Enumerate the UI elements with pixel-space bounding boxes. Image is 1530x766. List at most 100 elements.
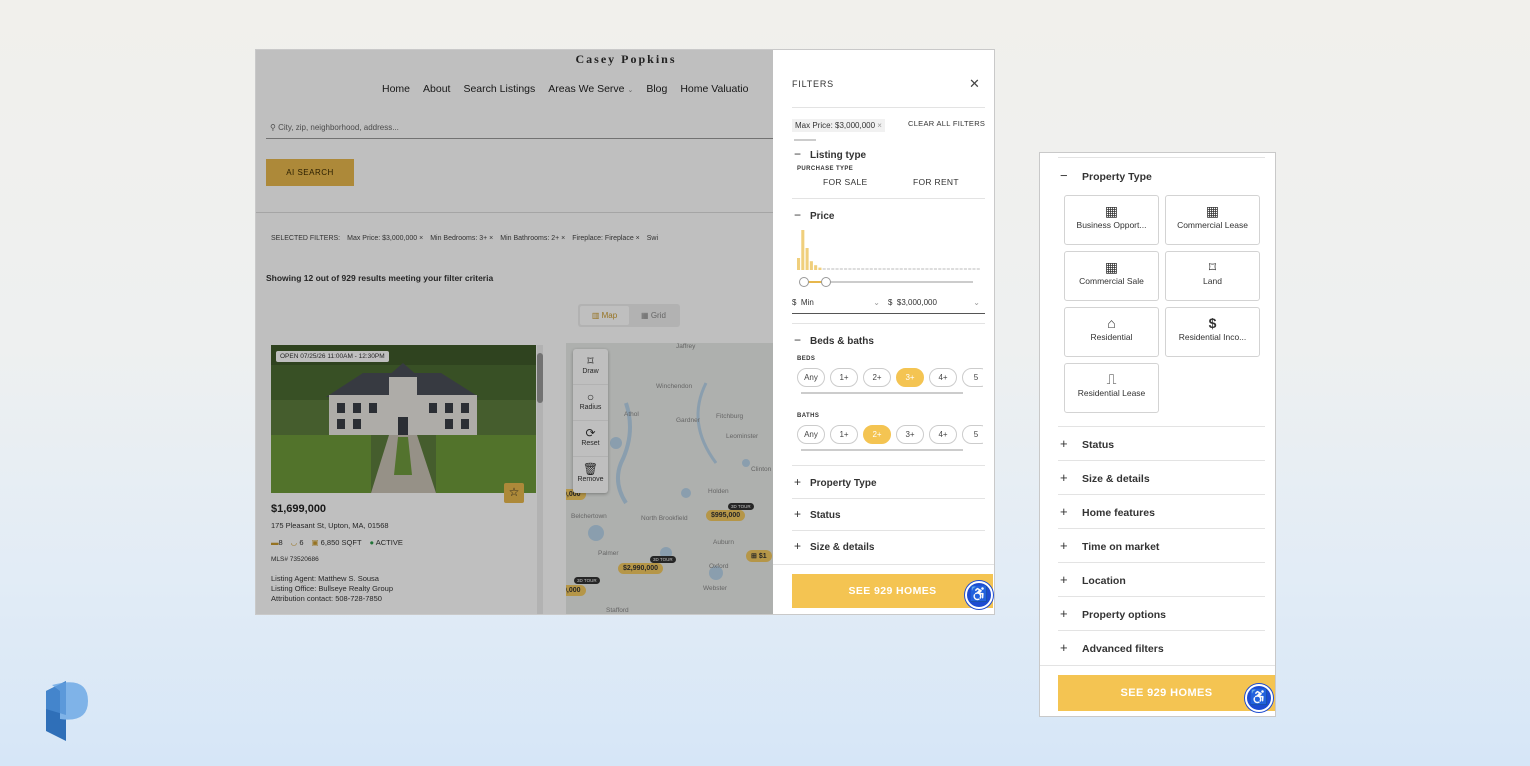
histogram-bar — [835, 268, 839, 270]
plus-icon: + — [794, 507, 802, 521]
price-max-select[interactable]: $ $3,000,000 ⌄ — [888, 298, 980, 307]
option-pill[interactable]: 4+ — [929, 368, 957, 387]
accordion-price[interactable]: − Price — [794, 208, 834, 222]
histogram-bar — [942, 268, 946, 270]
histogram-bar — [972, 268, 976, 270]
histogram-bar — [925, 268, 929, 270]
option-pill[interactable]: Any — [797, 425, 825, 444]
plus-icon: + — [794, 539, 802, 553]
property-type-business-opportunity[interactable]: ▦ Business Opport... — [1064, 195, 1159, 245]
histogram-bar — [968, 268, 972, 270]
property-type-commercial-sale[interactable]: ▦ Commercial Sale — [1064, 251, 1159, 301]
divider — [1058, 157, 1265, 158]
chevron-down-icon: ⌄ — [873, 298, 880, 307]
histogram-bar — [878, 268, 882, 270]
clear-all-filters-link[interactable]: CLEAR ALL FILTERS — [908, 119, 985, 128]
for-rent-option[interactable]: FOR RENT — [913, 177, 959, 187]
accordion-section[interactable]: + Size & details — [1060, 470, 1150, 485]
price-input-underline — [792, 313, 985, 314]
histogram-bar — [955, 268, 959, 270]
histogram-bar — [856, 268, 860, 270]
histogram-bar — [869, 268, 873, 270]
door-icon: ⎍ — [1106, 371, 1117, 387]
price-min-select[interactable]: $ Min ⌄ — [792, 298, 880, 307]
accordion-size-details[interactable]: + Size & details — [794, 539, 874, 553]
property-type-residential[interactable]: ⌂ Residential — [1064, 307, 1159, 357]
home-icon: ⌂ — [1107, 315, 1116, 331]
accordion-section[interactable]: + Home features — [1060, 504, 1155, 519]
histogram-bar — [933, 268, 938, 270]
property-type-land[interactable]: ⌑ Land — [1165, 251, 1260, 301]
see-homes-button[interactable]: SEE 929 HOMES — [1058, 675, 1275, 711]
plus-icon: + — [1060, 436, 1068, 451]
option-pill[interactable]: 2+ — [863, 368, 891, 387]
purchase-type-label: PURCHASE TYPE — [797, 166, 854, 172]
screenshot-filter-panel: Home About Search Listings Areas We Serv… — [255, 49, 995, 615]
see-homes-button[interactable]: SEE 929 HOMES — [792, 574, 993, 608]
section-label: Advanced filters — [1082, 643, 1164, 655]
accordion-property-type[interactable]: − Property Type — [1060, 168, 1152, 183]
active-filter-chip[interactable]: Max Price: $3,000,000 × — [792, 119, 885, 132]
option-pill[interactable]: 5 — [962, 425, 983, 444]
property-type-residential-lease[interactable]: ⎍ Residential Lease — [1064, 363, 1159, 413]
option-pill[interactable]: 1+ — [830, 368, 858, 387]
histogram-bar — [844, 268, 848, 270]
baths-scrollbar[interactable] — [801, 449, 963, 451]
option-pill[interactable]: 2+ — [863, 425, 891, 444]
histogram-bar — [865, 268, 869, 270]
histogram-bar — [801, 230, 805, 270]
minus-icon: − — [794, 333, 802, 347]
option-pill[interactable]: 3+ — [896, 368, 924, 387]
divider — [792, 198, 985, 199]
accordion-section[interactable]: + Time on market — [1060, 538, 1159, 553]
plus-icon: + — [1060, 504, 1068, 519]
histogram-bar — [891, 268, 895, 270]
histogram-bar — [895, 268, 899, 270]
property-type-residential-income[interactable]: $ Residential Inco... — [1165, 307, 1260, 357]
accordion-listing-type[interactable]: − Listing type — [794, 147, 866, 161]
modal-backdrop[interactable] — [256, 50, 773, 614]
accessibility-icon[interactable]: ♿ — [1245, 684, 1273, 712]
property-type-commercial-lease[interactable]: ▦ Commercial Lease — [1165, 195, 1260, 245]
plus-icon: + — [1060, 640, 1068, 655]
histogram-bar — [921, 268, 925, 270]
price-max-handle[interactable] — [821, 277, 831, 287]
histogram-bar — [938, 268, 942, 270]
minus-icon: − — [1060, 168, 1068, 183]
chip-scrollbar[interactable] — [794, 139, 816, 141]
divider — [773, 564, 994, 565]
accordion-beds-baths[interactable]: − Beds & baths — [794, 333, 874, 347]
accordion-status[interactable]: + Status — [794, 507, 841, 521]
chevron-down-icon: ⌄ — [973, 298, 980, 307]
plus-icon: + — [1060, 606, 1068, 621]
option-pill[interactable]: Any — [797, 368, 825, 387]
filters-panel: FILTERS ✕ Max Price: $3,000,000 × CLEAR … — [773, 50, 994, 614]
divider — [1058, 562, 1265, 563]
plus-icon: + — [1060, 538, 1068, 553]
price-min-handle[interactable] — [799, 277, 809, 287]
section-label: Home features — [1082, 507, 1155, 519]
beds-label: BEDS — [797, 356, 816, 362]
beds-scrollbar[interactable] — [801, 392, 963, 394]
histogram-bar — [852, 268, 856, 270]
plus-icon: + — [1060, 572, 1068, 587]
divider — [792, 323, 985, 324]
accordion-section[interactable]: + Location — [1060, 572, 1126, 587]
option-pill[interactable]: 1+ — [830, 425, 858, 444]
divider — [1058, 460, 1265, 461]
option-pill[interactable]: 4+ — [929, 425, 957, 444]
accordion-section[interactable]: + Status — [1060, 436, 1114, 451]
option-pill[interactable]: 3+ — [896, 425, 924, 444]
screenshot-property-type-panel: − Property Type ▦ Business Opport... ▦ Comm… — [1039, 152, 1276, 717]
option-pill[interactable]: 5 — [962, 368, 983, 387]
histogram-bar — [818, 267, 822, 270]
building-icon: ▦ — [1104, 259, 1119, 275]
close-icon[interactable]: ✕ — [969, 76, 980, 92]
divider — [792, 498, 985, 499]
accordion-section[interactable]: + Property options — [1060, 606, 1166, 621]
accessibility-icon[interactable]: ♿ — [965, 581, 993, 609]
accordion-property-type[interactable]: + Property Type — [794, 475, 877, 489]
for-sale-option[interactable]: FOR SALE — [823, 177, 867, 187]
histogram-bar — [822, 268, 826, 270]
accordion-section[interactable]: + Advanced filters — [1060, 640, 1164, 655]
